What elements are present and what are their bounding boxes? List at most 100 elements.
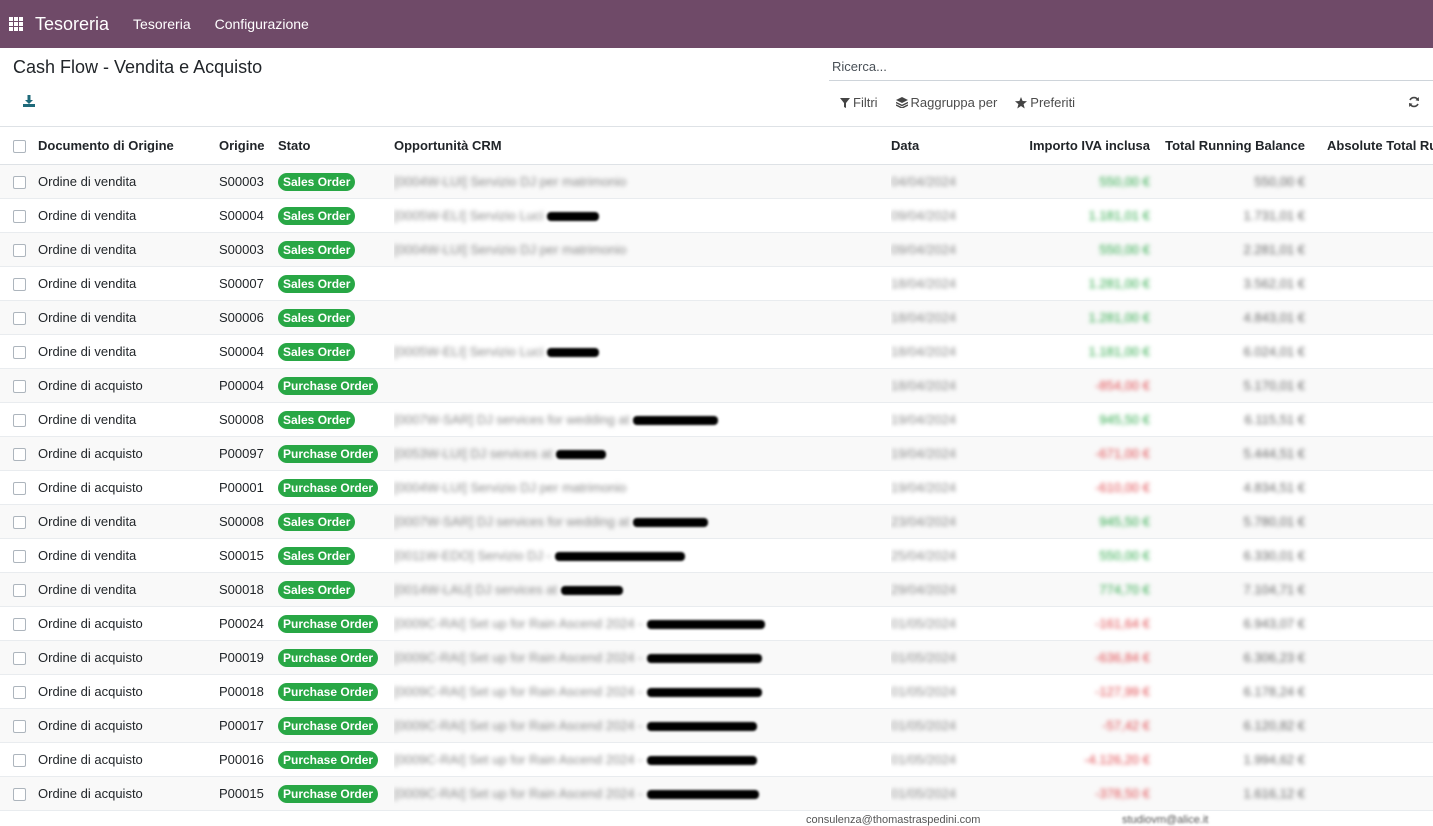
table-row[interactable]: Ordine di acquisto P00024 Purchase Order [0…: [0, 606, 1433, 641]
row-checkbox[interactable]: [13, 618, 26, 632]
row-checkbox[interactable]: [13, 652, 26, 666]
table-row[interactable]: Ordine di acquisto P00004 Purchase Order 18…: [0, 368, 1433, 403]
cell-importo: 945,50 €: [1001, 504, 1156, 539]
redaction-mark: [561, 586, 624, 596]
table-row[interactable]: Ordine di acquisto P00015 Purchase Order [0…: [0, 776, 1433, 811]
filters-button[interactable]: Filtri: [840, 95, 878, 110]
cell-importo: -610,00 €: [1001, 470, 1156, 505]
download-icon[interactable]: [22, 94, 36, 108]
cell-opportunita[interactable]: [0009C-RAI] Set up for Rain Ascend 2024 …: [394, 606, 891, 641]
select-all-checkbox[interactable]: [13, 140, 26, 154]
row-checkbox[interactable]: [13, 312, 26, 326]
table-row[interactable]: Ordine di vendita S00008 Sales Order [0007W…: [0, 504, 1433, 539]
row-checkbox[interactable]: [13, 584, 26, 598]
table-row[interactable]: Ordine di vendita S00004 Sales Order [0005W…: [0, 334, 1433, 369]
crm-text: [0009C-RAI] Set up for Rain Ascend 2024 …: [394, 684, 643, 699]
table-row[interactable]: Ordine di acquisto P00016 Purchase Order [0…: [0, 742, 1433, 777]
cell-opportunita[interactable]: [0004W-LUI] Servizio DJ per matrimonio: [394, 232, 891, 267]
row-checkbox[interactable]: [13, 346, 26, 360]
cell-data: 09/04/2024: [891, 198, 1001, 233]
cell-running-balance: 1.616,12 €: [1156, 776, 1311, 811]
app-brand[interactable]: Tesoreria: [35, 14, 109, 35]
column-header-data[interactable]: Data: [891, 126, 1001, 165]
cell-opportunita[interactable]: [0005W-ELI] Servizio Luci: [394, 198, 891, 233]
table-row[interactable]: Ordine di vendita S00008 Sales Order [0007W…: [0, 402, 1433, 437]
row-checkbox[interactable]: [13, 720, 26, 734]
column-header-documento[interactable]: Documento di Origine: [38, 126, 219, 165]
row-checkbox[interactable]: [13, 686, 26, 700]
group-by-button[interactable]: Raggruppa per: [895, 95, 997, 110]
row-checkbox[interactable]: [13, 788, 26, 802]
column-header-running-balance[interactable]: Total Running Balance: [1156, 126, 1311, 165]
column-header-opportunita[interactable]: Opportunità CRM: [394, 126, 891, 165]
cell-opportunita[interactable]: [0004W-LUI] Servizio DJ per matrimonio: [394, 164, 891, 199]
cell-opportunita[interactable]: [0014W-LAU] DJ services at: [394, 572, 891, 607]
cell-opportunita[interactable]: [0053W-LUI] DJ services at: [394, 436, 891, 471]
cell-absolute-total: [1311, 266, 1433, 301]
cell-opportunita[interactable]: [0007W-SAR] DJ services for wedding at: [394, 402, 891, 437]
row-checkbox[interactable]: [13, 414, 26, 428]
table-row[interactable]: Ordine di vendita S00015 Sales Order [0011W…: [0, 538, 1433, 573]
top-navbar: Tesoreria Tesoreria Configurazione: [0, 0, 1433, 48]
cell-opportunita[interactable]: [0009C-RAI] Set up for Rain Ascend 2024 …: [394, 776, 891, 811]
cell-running-balance: 1.731,01 €: [1156, 198, 1311, 233]
cell-opportunita[interactable]: [0004W-LUI] Servizio DJ per matrimonio: [394, 470, 891, 505]
row-checkbox[interactable]: [13, 380, 26, 394]
cell-running-balance: 7.104,71 €: [1156, 572, 1311, 607]
cell-opportunita[interactable]: [0011W-EDO] Servizio DJ -: [394, 538, 891, 573]
apps-grid-icon[interactable]: [9, 17, 23, 31]
column-header-absolute-total[interactable]: Absolute Total Ru: [1311, 126, 1433, 165]
row-checkbox[interactable]: [13, 176, 26, 190]
table-row[interactable]: Ordine di acquisto P00019 Purchase Order [0…: [0, 640, 1433, 675]
row-checkbox[interactable]: [13, 244, 26, 258]
redaction-mark: [547, 212, 600, 222]
cell-opportunita[interactable]: [394, 300, 891, 335]
cell-stato: Purchase Order: [278, 470, 394, 505]
column-header-origine[interactable]: Origine: [219, 126, 278, 165]
cell-importo: -671,00 €: [1001, 436, 1156, 471]
column-header-stato[interactable]: Stato: [278, 126, 394, 165]
row-checkbox[interactable]: [13, 482, 26, 496]
favorites-button[interactable]: Preferiti: [1015, 95, 1075, 110]
row-checkbox[interactable]: [13, 550, 26, 564]
table-row[interactable]: Ordine di acquisto P00017 Purchase Order [0…: [0, 708, 1433, 743]
menu-tesoreria[interactable]: Tesoreria: [133, 16, 191, 32]
table-row[interactable]: Ordine di vendita S00003 Sales Order [0004W…: [0, 232, 1433, 267]
cell-opportunita[interactable]: [0009C-RAI] Set up for Rain Ascend 2024 …: [394, 708, 891, 743]
cell-opportunita[interactable]: [0007W-SAR] DJ services for wedding at: [394, 504, 891, 539]
cell-origine: S00015: [219, 538, 278, 573]
row-checkbox[interactable]: [13, 278, 26, 292]
cell-opportunita[interactable]: [0005W-ELI] Servizio Luci: [394, 334, 891, 369]
table-row[interactable]: Ordine di vendita S00004 Sales Order [0005W…: [0, 198, 1433, 233]
cell-opportunita[interactable]: [0009C-RAI] Set up for Rain Ascend 2024 …: [394, 742, 891, 777]
table-row[interactable]: Ordine di acquisto P00018 Purchase Order [0…: [0, 674, 1433, 709]
table-row[interactable]: Ordine di acquisto P00001 Purchase Order [0…: [0, 470, 1433, 505]
cell-absolute-total: [1311, 232, 1433, 267]
table-header-row: Documento di Origine Origine Stato Oppor…: [0, 126, 1433, 165]
status-badge: Sales Order: [278, 240, 356, 259]
menu-configurazione[interactable]: Configurazione: [215, 16, 309, 32]
cell-documento: Ordine di acquisto: [38, 776, 219, 811]
row-checkbox[interactable]: [13, 516, 26, 530]
table-row[interactable]: Ordine di vendita S00007 Sales Order 18/04/…: [0, 266, 1433, 301]
refresh-icon[interactable]: [1408, 96, 1420, 108]
cell-opportunita[interactable]: [0009C-RAI] Set up for Rain Ascend 2024 …: [394, 640, 891, 675]
cell-opportunita[interactable]: [394, 368, 891, 403]
row-checkbox[interactable]: [13, 754, 26, 768]
cell-documento: Ordine di vendita: [38, 504, 219, 539]
column-header-importo[interactable]: Importo IVA inclusa: [1001, 126, 1156, 165]
row-checkbox[interactable]: [13, 210, 26, 224]
status-badge: Sales Order: [278, 308, 356, 327]
cell-running-balance: 6.178,24 €: [1156, 674, 1311, 709]
cell-opportunita[interactable]: [394, 266, 891, 301]
search-input[interactable]: [829, 53, 1433, 79]
table-row[interactable]: Ordine di vendita S00006 Sales Order 18/04/…: [0, 300, 1433, 335]
table-row[interactable]: Ordine di vendita S00003 Sales Order [0004W…: [0, 164, 1433, 199]
table-row[interactable]: Ordine di vendita S00018 Sales Order [0014W…: [0, 572, 1433, 607]
row-checkbox[interactable]: [13, 448, 26, 462]
cell-documento: Ordine di vendita: [38, 232, 219, 267]
cell-importo: -127,99 €: [1001, 674, 1156, 709]
cell-opportunita[interactable]: [0009C-RAI] Set up for Rain Ascend 2024 …: [394, 674, 891, 709]
cell-data: 19/04/2024: [891, 436, 1001, 471]
table-row[interactable]: Ordine di acquisto P00097 Purchase Order [0…: [0, 436, 1433, 471]
